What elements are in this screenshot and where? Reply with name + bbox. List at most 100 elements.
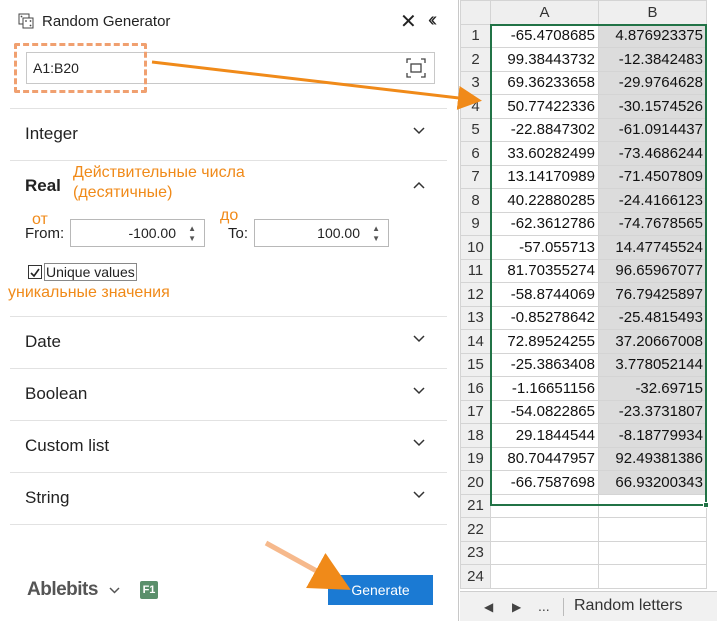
cell-b[interactable]: 14.47745524	[598, 235, 707, 260]
section-boolean[interactable]: Boolean	[10, 369, 447, 417]
cell-a[interactable]	[490, 493, 599, 518]
row-header[interactable]: 22	[460, 517, 491, 542]
row-header[interactable]: 17	[460, 399, 491, 424]
to-number-field[interactable]: 100.00 ▲ ▼	[254, 219, 389, 247]
cell-b[interactable]: -29.9764628	[598, 70, 707, 95]
cell-b[interactable]: 3.778052144	[598, 352, 707, 377]
cell-b[interactable]: -74.7678565	[598, 211, 707, 236]
cell-b[interactable]: -23.3731807	[598, 399, 707, 424]
fill-handle[interactable]	[703, 502, 709, 508]
unique-values-label[interactable]: Unique values	[44, 263, 137, 281]
cell-b[interactable]: -8.18779934	[598, 423, 707, 448]
row-header[interactable]: 8	[460, 188, 491, 213]
cell-b[interactable]: -12.3842483	[598, 47, 707, 72]
row-header[interactable]: 6	[460, 141, 491, 166]
cell-b[interactable]: 66.93200343	[598, 470, 707, 495]
row-header[interactable]: 19	[460, 446, 491, 471]
ablebits-logo[interactable]: Ablebits	[27, 579, 98, 601]
row-header[interactable]: 3	[460, 70, 491, 95]
cell-b[interactable]: 92.49381386	[598, 446, 707, 471]
cell-a[interactable]: 99.38443732	[490, 47, 599, 72]
section-custom-list[interactable]: Custom list	[10, 421, 447, 469]
cell-a[interactable]: 69.36233658	[490, 70, 599, 95]
cell-b[interactable]: -73.4686244	[598, 141, 707, 166]
column-header-a[interactable]: A	[490, 0, 599, 25]
row-header[interactable]: 7	[460, 164, 491, 189]
next-sheet-icon[interactable]: ▶	[512, 600, 521, 614]
select-all-corner[interactable]	[460, 0, 491, 25]
cell-a[interactable]: -25.3863408	[490, 352, 599, 377]
row-header[interactable]: 24	[460, 564, 491, 589]
spin-down-icon[interactable]: ▼	[372, 235, 380, 243]
cell-b[interactable]: -61.0914437	[598, 117, 707, 142]
section-date[interactable]: Date	[10, 317, 447, 365]
cell-a[interactable]: 81.70355274	[490, 258, 599, 283]
from-number-field[interactable]: -100.00 ▲ ▼	[70, 219, 205, 247]
chevron-up-icon[interactable]	[413, 181, 425, 189]
row-header[interactable]: 21	[460, 493, 491, 518]
cell-b[interactable]: -30.1574526	[598, 94, 707, 119]
cell-a[interactable]: 50.77422336	[490, 94, 599, 119]
cell-a[interactable]: 40.22880285	[490, 188, 599, 213]
chevron-down-icon[interactable]	[109, 587, 120, 594]
more-sheets-button[interactable]: ...	[538, 598, 550, 614]
cell-b[interactable]: -24.4166123	[598, 188, 707, 213]
cell-a[interactable]: -65.4708685	[490, 23, 599, 48]
cell-a[interactable]: 33.60282499	[490, 141, 599, 166]
cell-b[interactable]: -71.4507809	[598, 164, 707, 189]
section-real-label[interactable]: Real	[25, 176, 61, 196]
collapse-pane-icon[interactable]: ‹‹	[428, 10, 438, 30]
cell-a[interactable]: -0.85278642	[490, 305, 599, 330]
sheet-tab-random-letters[interactable]: Random letters	[574, 597, 683, 615]
row-header[interactable]: 1	[460, 23, 491, 48]
cell-b[interactable]: 37.20667008	[598, 329, 707, 354]
cell-a[interactable]: -1.16651156	[490, 376, 599, 401]
select-range-icon[interactable]	[406, 58, 426, 78]
cell-a[interactable]: 80.70447957	[490, 446, 599, 471]
row-header[interactable]: 18	[460, 423, 491, 448]
unique-values-checkbox[interactable]	[28, 265, 42, 279]
row-header[interactable]: 5	[460, 117, 491, 142]
generate-button[interactable]: Generate	[328, 575, 433, 605]
cell-b[interactable]: 76.79425897	[598, 282, 707, 307]
row-header[interactable]: 15	[460, 352, 491, 377]
section-string[interactable]: String	[10, 473, 447, 521]
cell-b[interactable]: -32.69715	[598, 376, 707, 401]
row-header[interactable]: 4	[460, 94, 491, 119]
cell-a[interactable]: -58.8744069	[490, 282, 599, 307]
cell-a[interactable]: -54.0822865	[490, 399, 599, 424]
prev-sheet-icon[interactable]: ◀	[484, 600, 493, 614]
row-header[interactable]: 10	[460, 235, 491, 260]
cell-b[interactable]: 4.876923375	[598, 23, 707, 48]
cell-a[interactable]	[490, 540, 599, 565]
row-header[interactable]: 23	[460, 540, 491, 565]
column-header-b[interactable]: B	[598, 0, 707, 25]
row-header[interactable]: 2	[460, 47, 491, 72]
cell-b[interactable]: -25.4815493	[598, 305, 707, 330]
row-header[interactable]: 16	[460, 376, 491, 401]
row-header[interactable]: 20	[460, 470, 491, 495]
cell-a[interactable]: 72.89524255	[490, 329, 599, 354]
cell-a[interactable]: -62.3612786	[490, 211, 599, 236]
help-f1-badge[interactable]: F1	[140, 581, 158, 599]
cell-b[interactable]	[598, 564, 707, 589]
cell-a[interactable]: 13.14170989	[490, 164, 599, 189]
row-header[interactable]: 14	[460, 329, 491, 354]
cell-a[interactable]: -57.055713	[490, 235, 599, 260]
cell-a[interactable]: -66.7587698	[490, 470, 599, 495]
cell-a[interactable]: -22.8847302	[490, 117, 599, 142]
row-header[interactable]: 9	[460, 211, 491, 236]
cell-b[interactable]: 96.65967077	[598, 258, 707, 283]
section-integer[interactable]: Integer	[10, 109, 447, 157]
spin-down-icon[interactable]: ▼	[188, 235, 196, 243]
cell-a[interactable]	[490, 517, 599, 542]
row-header[interactable]: 13	[460, 305, 491, 330]
cell-b[interactable]	[598, 517, 707, 542]
cell-a[interactable]	[490, 564, 599, 589]
spin-up-icon[interactable]: ▲	[188, 225, 196, 233]
cell-b[interactable]	[598, 493, 707, 518]
close-icon[interactable]: ✕	[400, 12, 417, 32]
cell-b[interactable]	[598, 540, 707, 565]
row-header[interactable]: 11	[460, 258, 491, 283]
spin-up-icon[interactable]: ▲	[372, 225, 380, 233]
